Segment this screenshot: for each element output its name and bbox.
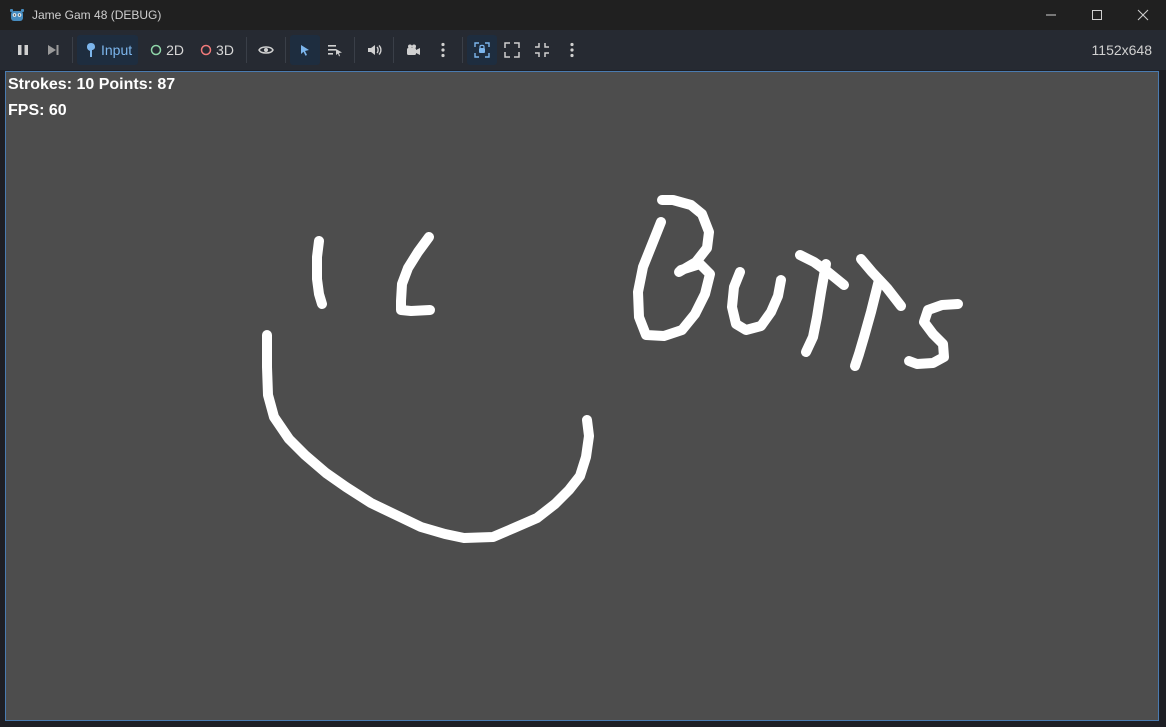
camera-options-button[interactable] xyxy=(428,35,458,65)
more-icon xyxy=(570,42,574,58)
3d-mode-icon xyxy=(200,44,212,56)
input-mode-button[interactable]: Input xyxy=(77,35,139,65)
stroke-letter-s xyxy=(904,299,963,369)
keep-aspect-button[interactable] xyxy=(527,35,557,65)
shrink-icon xyxy=(534,43,549,57)
step-icon xyxy=(48,45,59,55)
pause-icon xyxy=(18,45,28,55)
step-frame-button[interactable] xyxy=(38,35,68,65)
more-icon xyxy=(441,42,445,58)
window-controls xyxy=(1028,0,1166,30)
close-button[interactable] xyxy=(1120,0,1166,30)
toolbar-separator xyxy=(353,37,355,63)
minimize-icon xyxy=(1046,14,1056,16)
stroke-left-eye xyxy=(312,236,327,309)
toolbar-separator xyxy=(461,37,463,63)
visibility-button[interactable] xyxy=(251,35,281,65)
resolution-label: 1152x648 xyxy=(1091,42,1152,58)
stroke-letter-b xyxy=(633,195,715,341)
list-select-button[interactable] xyxy=(320,35,350,65)
drawing-canvas[interactable] xyxy=(6,72,1159,721)
fps-counter: FPS: 60 xyxy=(8,102,67,119)
input-icon xyxy=(87,43,95,57)
toolbar-separator xyxy=(245,37,247,63)
2d-mode-icon xyxy=(150,44,162,56)
3d-mode-label: 3D xyxy=(216,42,234,58)
audio-button[interactable] xyxy=(359,35,389,65)
embed-options-button[interactable] xyxy=(557,35,587,65)
game-viewport[interactable]: Strokes: 10 Points: 87 FPS: 60 xyxy=(5,71,1159,721)
title-bar: Jame Gam 48 (DEBUG) xyxy=(0,0,1166,30)
camera-icon xyxy=(406,44,420,55)
stroke-letter-t-first xyxy=(801,259,831,357)
maximize-icon xyxy=(1092,10,1102,20)
fullscreen-button[interactable] xyxy=(497,35,527,65)
audio-icon xyxy=(367,45,382,55)
stroke-smile xyxy=(262,330,594,543)
camera-override-button[interactable] xyxy=(398,35,428,65)
fullscreen-icon xyxy=(504,42,520,58)
maximize-button[interactable] xyxy=(1074,0,1120,30)
window-title: Jame Gam 48 (DEBUG) xyxy=(32,8,162,22)
stroke-letter-t-second xyxy=(850,275,884,371)
close-icon xyxy=(1137,9,1149,21)
visibility-icon xyxy=(258,46,274,54)
stroke-letter-u xyxy=(727,267,786,335)
game-toolbar: Input 2D 3D 1152x648 xyxy=(0,30,1166,70)
toolbar-separator xyxy=(72,37,73,63)
2d-mode-button[interactable]: 2D xyxy=(138,35,190,65)
stroke-t-second-cross xyxy=(856,254,906,311)
3d-mode-button[interactable]: 3D xyxy=(190,35,242,65)
minimize-button[interactable] xyxy=(1028,0,1074,30)
toolbar-separator xyxy=(284,37,286,63)
select-mode-button[interactable] xyxy=(289,35,320,65)
select-icon xyxy=(300,45,309,56)
strokes-points-counter: Strokes: 10 Points: 87 xyxy=(8,76,176,93)
list-select-icon xyxy=(327,45,342,57)
stroke-right-eye xyxy=(396,232,435,316)
2d-mode-label: 2D xyxy=(166,42,185,58)
embed-game-button[interactable] xyxy=(466,35,497,65)
godot-logo-icon xyxy=(10,9,24,21)
pause-button[interactable] xyxy=(8,35,38,65)
input-mode-label: Input xyxy=(101,42,133,58)
embed-icon xyxy=(474,42,490,58)
toolbar-separator xyxy=(392,37,394,63)
